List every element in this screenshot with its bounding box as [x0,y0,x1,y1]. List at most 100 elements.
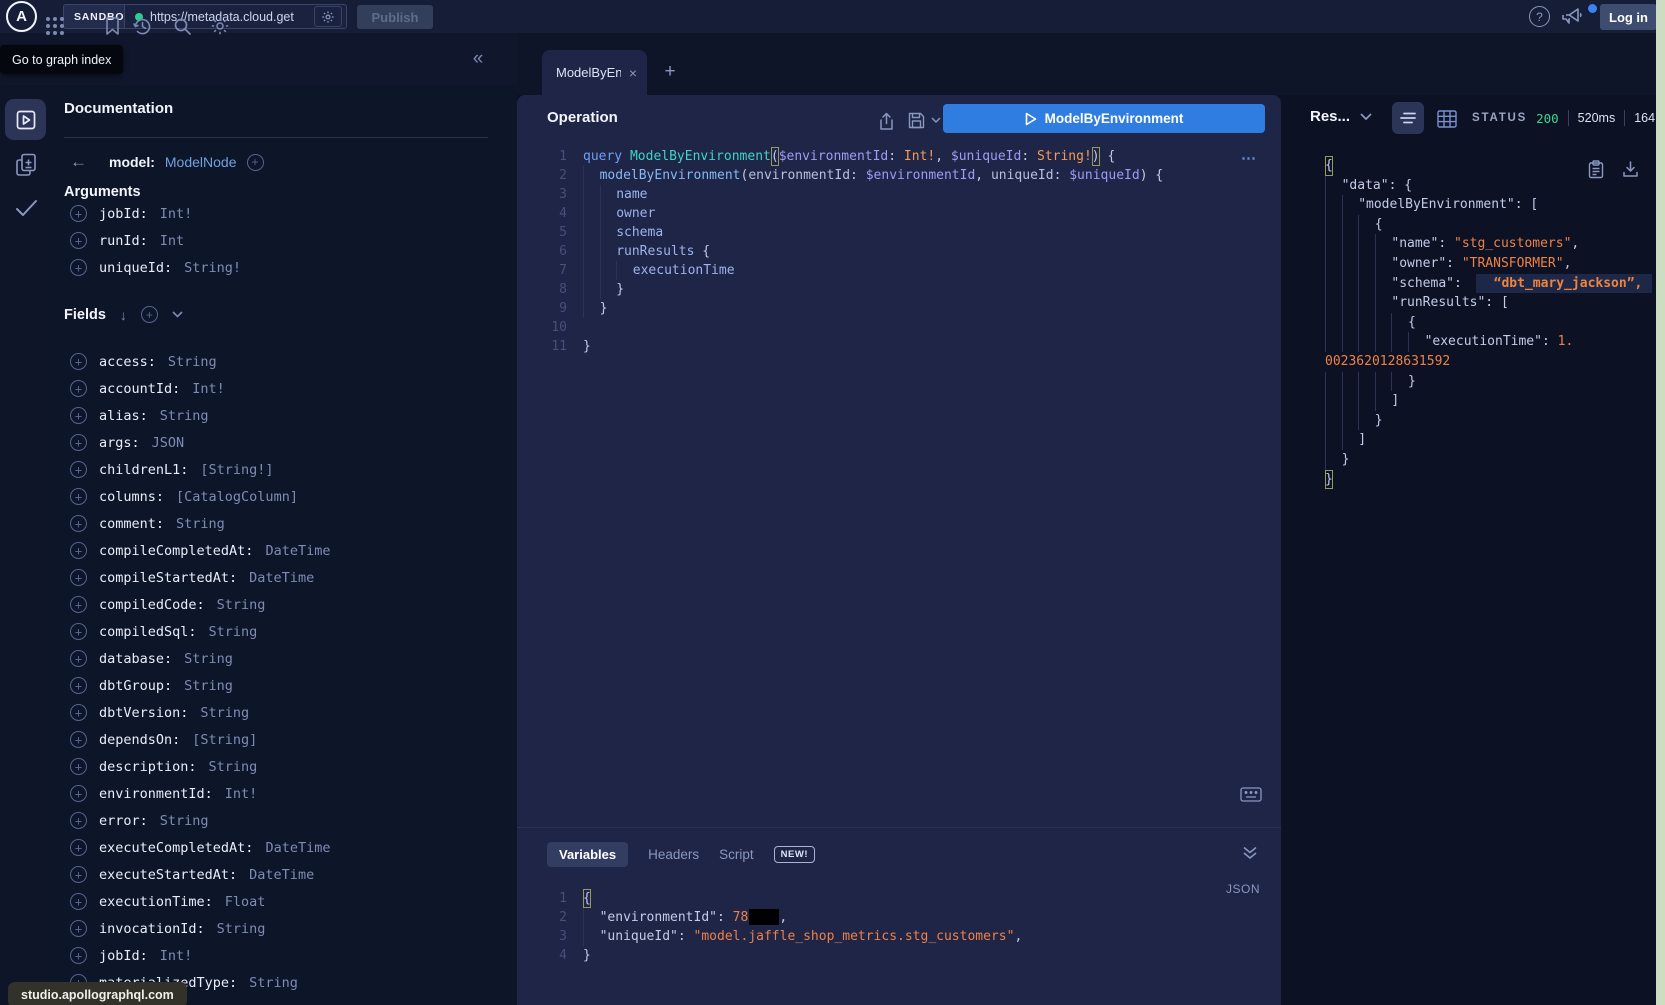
response-table-view-button[interactable] [1434,106,1460,132]
connection-settings-button[interactable] [314,6,342,27]
field-row[interactable]: +executeCompletedAt:DateTime [64,834,494,861]
code-line[interactable]: 6runResults { [545,242,1163,261]
variables-editor[interactable]: 1{2"environmentId": 78,3"uniqueId": "mod… [545,889,1022,965]
field-row[interactable]: +jobId:Int! [64,200,484,227]
add-field-icon[interactable]: + [70,205,87,222]
explorer-settings-button[interactable] [207,0,233,52]
field-row[interactable]: +description:String [64,753,494,780]
code-line[interactable]: 1{ [545,889,1022,908]
field-row[interactable]: +compileCompletedAt:DateTime [64,537,494,564]
rail-schema-button[interactable] [0,152,52,178]
response-json-view-button[interactable] [1392,102,1424,134]
add-field-icon[interactable]: + [70,515,87,532]
add-field-icon[interactable]: + [70,704,87,721]
code-line[interactable]: "owner": "TRANSFORMER", [1325,254,1652,274]
field-row[interactable]: +dbtVersion:String [64,699,494,726]
code-line[interactable]: } [1325,372,1652,392]
add-field-icon[interactable]: + [70,947,87,964]
add-field-icon[interactable]: + [70,488,87,505]
search-button[interactable] [170,0,194,52]
add-field-icon[interactable]: + [70,650,87,667]
add-field-icon[interactable]: + [70,893,87,910]
field-row[interactable]: +compiledCode:String [64,591,494,618]
code-line[interactable]: "executionTime": 1. [1325,332,1652,352]
field-row[interactable]: +childrenL1:[String!] [64,456,494,483]
field-row[interactable]: +error:String [64,807,494,834]
add-field-icon[interactable]: + [70,380,87,397]
doc-type-link[interactable]: ModelNode [165,154,237,170]
add-field-icon[interactable]: + [70,434,87,451]
code-line[interactable]: 2"environmentId": 78, [545,908,1022,927]
code-line[interactable]: 1query ModelByEnvironment($environmentId… [545,147,1163,166]
field-row[interactable]: +args:JSON [64,429,494,456]
code-line[interactable]: 3"uniqueId": "model.jaffle_shop_metrics.… [545,927,1022,946]
add-field-icon[interactable]: + [70,232,87,249]
add-field-icon[interactable]: + [70,542,87,559]
response-title-row[interactable]: Res... [1310,108,1372,125]
collapse-variables-button[interactable] [1242,846,1258,860]
field-row[interactable]: +runId:Int [64,227,484,254]
save-menu-caret[interactable] [931,117,941,124]
field-row[interactable]: +executeStartedAt:DateTime [64,861,494,888]
add-field-icon[interactable]: + [70,461,87,478]
save-operation-button[interactable] [908,112,925,129]
add-field-icon[interactable]: + [70,785,87,802]
code-line[interactable]: } [1325,411,1652,431]
add-field-icon[interactable]: + [70,812,87,829]
code-line[interactable]: 4owner [545,204,1163,223]
code-line[interactable]: 5schema [545,223,1163,242]
code-line[interactable]: { [1325,313,1652,333]
tab-script[interactable]: Script [719,847,754,862]
endpoint-url-input[interactable]: https://metadata.cloud.get [124,4,347,29]
code-line[interactable]: "data": { [1325,176,1652,196]
field-row[interactable]: +comment:String [64,510,494,537]
chevron-down-icon[interactable] [1360,113,1372,121]
back-arrow-button[interactable]: ← [70,152,87,172]
code-line[interactable]: 2modelByEnvironment(environmentId: $envi… [545,166,1163,185]
tab-modelbyenvironment[interactable]: ModelByEnvi... × [542,50,647,95]
field-row[interactable]: +dbtGroup:String [64,672,494,699]
field-row[interactable]: +database:String [64,645,494,672]
code-line[interactable]: 10 [545,318,1163,337]
response-body[interactable]: {"data": {"modelByEnvironment": [{"name"… [1325,156,1652,489]
publish-button[interactable]: Publish [357,5,433,29]
collapse-panel-button[interactable]: « [466,33,490,85]
add-field-icon[interactable]: + [70,596,87,613]
field-row[interactable]: +columns:[CatalogColumn] [64,483,494,510]
new-tab-button[interactable]: + [658,52,682,92]
field-row[interactable]: +access:String [64,348,494,375]
add-field-icon[interactable]: + [70,866,87,883]
add-field-icon[interactable]: + [70,353,87,370]
code-line[interactable]: 7executionTime [545,261,1163,280]
code-line[interactable]: ] [1325,391,1652,411]
field-row[interactable]: +dependsOn:[String] [64,726,494,753]
field-row[interactable]: +accountId:Int! [64,375,494,402]
field-row[interactable]: +compileStartedAt:DateTime [64,564,494,591]
chevron-down-icon[interactable] [172,311,183,318]
operation-editor[interactable]: 1query ModelByEnvironment($environmentId… [545,147,1163,356]
field-row[interactable]: +jobId:Int! [64,942,494,969]
run-operation-button[interactable]: ModelByEnvironment [943,104,1265,133]
add-field-icon[interactable]: + [70,731,87,748]
field-row[interactable]: +executionTime:Float [64,888,494,915]
keyboard-shortcuts-button[interactable] [1240,787,1262,802]
code-line[interactable]: 3name [545,185,1163,204]
field-row[interactable]: +compiledSql:String [64,618,494,645]
add-field-icon[interactable]: + [70,839,87,856]
operation-history-button[interactable] [128,0,156,52]
field-row[interactable]: +alias:String [64,402,494,429]
code-line[interactable]: "schema": “dbt_mary_jackson”, [1325,274,1652,294]
add-field-icon[interactable]: + [70,569,87,586]
add-all-fields-button[interactable]: + [141,306,158,323]
login-button[interactable]: Log in [1600,4,1657,30]
tab-variables[interactable]: Variables [547,842,628,867]
code-line[interactable]: "runResults": [ [1325,293,1652,313]
tab-headers[interactable]: Headers [648,847,699,862]
share-operation-button[interactable] [878,112,895,131]
code-line[interactable]: ] [1325,430,1652,450]
sort-fields-button[interactable]: ↓ [120,307,127,323]
help-button[interactable]: ? [1529,6,1550,27]
field-row[interactable]: +invocationId:String [64,915,494,942]
add-field-icon[interactable]: + [70,920,87,937]
apollo-logo[interactable]: A [6,1,37,32]
